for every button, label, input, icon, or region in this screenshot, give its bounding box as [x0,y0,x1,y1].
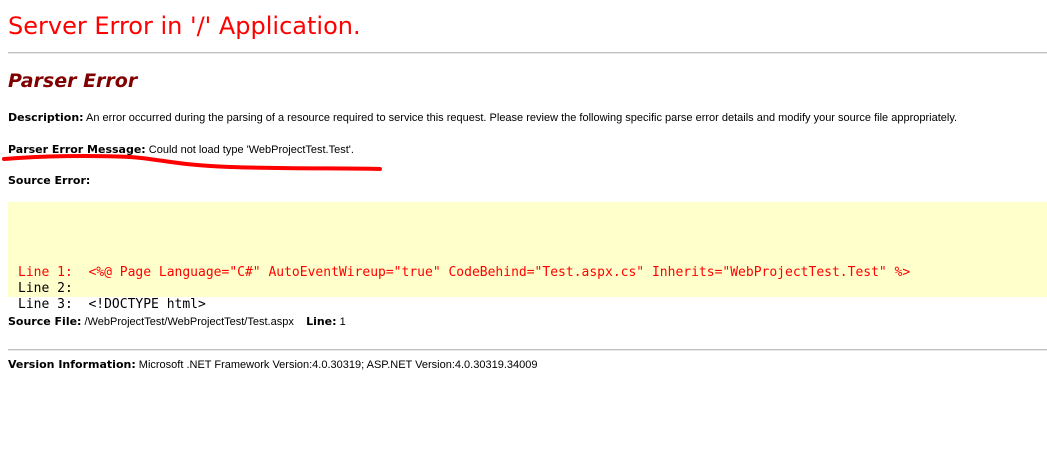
error-type-heading: Parser Error [8,70,138,92]
line-label: Line: [306,315,337,328]
version-information-row: Version Information: Microsoft .NET Fram… [8,358,537,371]
source-line-1: Line 1: <%@ Page Language="C#" AutoEvent… [18,265,911,280]
divider [8,52,1047,54]
source-line-3: Line 3: <!DOCTYPE html> [18,297,206,312]
parser-error-message-text: Could not load type 'WebProjectTest.Test… [145,144,354,156]
description-text: An error occurred during the parsing of … [83,112,958,124]
source-line-2: Line 2: [18,281,73,296]
description-label: Description: [8,111,84,124]
source-file-row: Source File: /WebProjectTest/WebProjectT… [8,315,346,328]
page-title: Server Error in '/' Application. [8,12,361,40]
parser-error-message-label: Parser Error Message: [8,143,146,156]
parser-error-message-row: Parser Error Message: Could not load typ… [8,143,354,156]
source-error-row: Source Error: [8,174,90,187]
version-information-label: Version Information: [8,358,136,371]
description-row: Description: An error occurred during th… [8,111,957,124]
source-file-path: /WebProjectTest/WebProjectTest/Test.aspx [81,316,294,328]
source-error-label: Source Error: [8,174,91,187]
version-information-text: Microsoft .NET Framework Version:4.0.303… [135,359,538,371]
source-file-label: Source File: [8,315,82,328]
source-code-block: Line 1: <%@ Page Language="C#" AutoEvent… [8,202,1047,312]
line-value: 1 [336,316,346,328]
divider [8,349,1047,351]
